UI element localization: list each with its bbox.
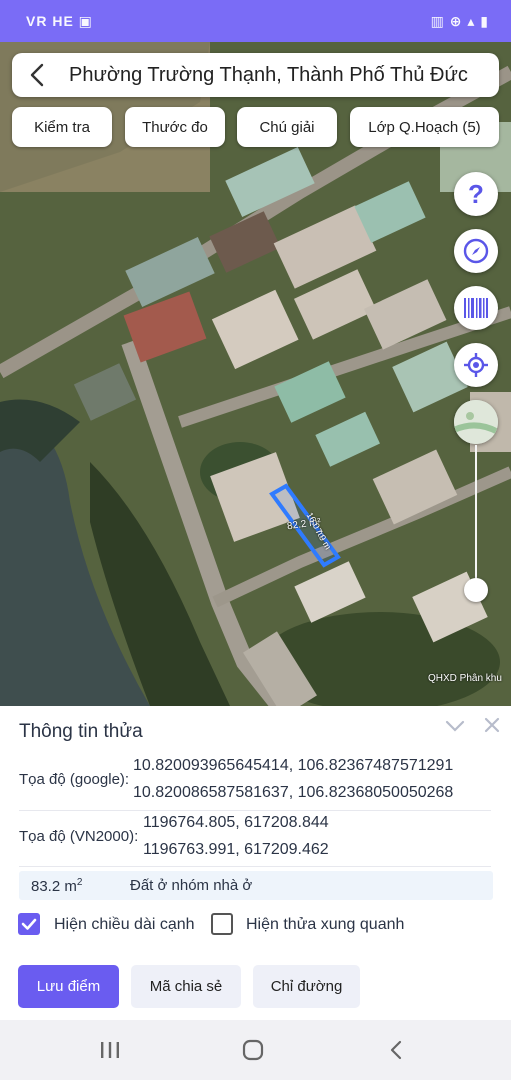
opacity-slider-knob[interactable] bbox=[464, 578, 488, 602]
land-type: Đất ở nhóm nhà ở bbox=[130, 877, 253, 894]
show-edge-length-label[interactable]: Hiện chiều dài cạnh bbox=[54, 916, 195, 934]
check-button[interactable]: Kiểm tra bbox=[12, 107, 112, 147]
ruler-button[interactable]: Thước đo bbox=[125, 107, 225, 147]
compass-button[interactable] bbox=[454, 229, 498, 273]
base-map-thumbnail[interactable] bbox=[454, 400, 498, 444]
show-edge-length-checkbox[interactable] bbox=[18, 913, 40, 935]
planning-layer-button[interactable]: Lớp Q.Hoạch (5) bbox=[350, 107, 499, 147]
directions-button[interactable]: Chỉ đường bbox=[253, 965, 360, 1008]
crosshair-location-icon bbox=[464, 353, 488, 377]
help-button[interactable]: ? bbox=[454, 172, 498, 216]
google-coord-1: 10.820093965645414, 106.82367487571291 bbox=[133, 757, 454, 774]
location-bar[interactable]: Phường Trường Thạnh, Thành Phố Thủ Đức bbox=[12, 53, 499, 97]
my-location-button[interactable] bbox=[454, 343, 498, 387]
barcode-button[interactable] bbox=[454, 286, 498, 330]
google-coords-label: Tọa độ (google): bbox=[19, 771, 130, 788]
system-nav-bar bbox=[0, 1020, 511, 1080]
share-code-button[interactable]: Mã chia sẻ bbox=[131, 965, 241, 1008]
checkmark-icon bbox=[21, 918, 37, 930]
back-arrow-icon[interactable] bbox=[26, 63, 50, 87]
area-row bbox=[19, 871, 493, 900]
show-surrounding-checkbox[interactable] bbox=[211, 913, 233, 935]
status-icons-left: VR HE ▣ bbox=[26, 13, 93, 29]
back-icon[interactable] bbox=[386, 1039, 406, 1061]
legend-button[interactable]: Chú giải bbox=[237, 107, 337, 147]
opacity-slider-track[interactable] bbox=[475, 445, 477, 583]
status-bar: VR HE ▣ ▥ ⊕ ▴ ▮ bbox=[0, 0, 511, 42]
status-icons-right: ▥ ⊕ ▴ ▮ bbox=[430, 13, 489, 29]
panel-title: Thông tin thửa bbox=[19, 721, 143, 742]
vn2000-coord-1: 1196764.805, 617208.844 bbox=[143, 814, 329, 831]
question-icon: ? bbox=[468, 178, 484, 209]
save-point-button[interactable]: Lưu điểm bbox=[18, 965, 119, 1008]
google-coord-2: 10.820086587581637, 106.82368050050268 bbox=[133, 784, 454, 801]
barcode-icon bbox=[464, 298, 488, 318]
map-thumbnail-icon bbox=[454, 400, 498, 444]
close-icon[interactable] bbox=[481, 714, 503, 736]
divider bbox=[19, 866, 491, 867]
show-surrounding-label[interactable]: Hiện thửa xung quanh bbox=[246, 916, 404, 934]
chevron-down-icon[interactable] bbox=[444, 716, 466, 736]
recent-apps-icon[interactable] bbox=[99, 1040, 121, 1060]
divider bbox=[19, 810, 491, 811]
location-title: Phường Trường Thạnh, Thành Phố Thủ Đức bbox=[69, 64, 468, 86]
area-value: 83.2 m2 bbox=[31, 877, 83, 895]
home-icon[interactable] bbox=[242, 1039, 264, 1061]
vn2000-coords-label: Tọa độ (VN2000): bbox=[19, 828, 139, 845]
vn2000-coord-2: 1196763.991, 617209.462 bbox=[143, 841, 329, 858]
compass-icon bbox=[463, 238, 489, 264]
layer-caption: QHXD Phân khu bbox=[428, 673, 502, 684]
